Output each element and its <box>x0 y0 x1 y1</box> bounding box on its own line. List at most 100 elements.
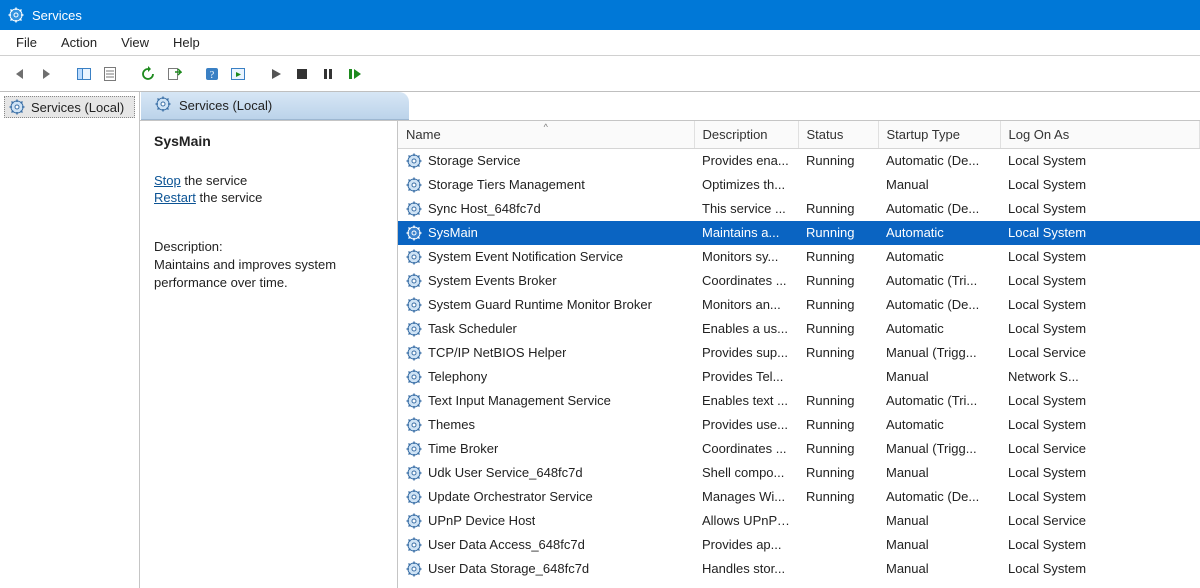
service-status: Running <box>798 389 878 413</box>
pause-service-button[interactable] <box>316 62 340 86</box>
table-row[interactable]: SysMainMaintains a...RunningAutomaticLoc… <box>398 221 1200 245</box>
export-list-button[interactable] <box>162 62 186 86</box>
gear-icon <box>406 465 422 481</box>
service-description: Provides ena... <box>694 149 798 173</box>
table-row[interactable]: Text Input Management ServiceEnables tex… <box>398 389 1200 413</box>
panel-icon <box>76 66 92 82</box>
service-startup-type: Manual <box>878 557 1000 581</box>
table-row[interactable]: System Event Notification ServiceMonitor… <box>398 245 1200 269</box>
service-name: System Events Broker <box>428 273 557 288</box>
action-button[interactable] <box>226 62 250 86</box>
table-row[interactable]: System Events BrokerCoordinates ...Runni… <box>398 269 1200 293</box>
gear-icon <box>406 273 422 289</box>
stop-service-button[interactable] <box>290 62 314 86</box>
service-status: Running <box>798 341 878 365</box>
service-logon: Local System <box>1000 197 1200 221</box>
table-row[interactable]: Storage Tiers ManagementOptimizes th...M… <box>398 173 1200 197</box>
selected-service-name: SysMain <box>154 133 383 149</box>
service-status: Running <box>798 413 878 437</box>
stop-link[interactable]: Stop <box>154 173 181 188</box>
menu-view[interactable]: View <box>111 32 159 53</box>
show-hide-tree-button[interactable] <box>72 62 96 86</box>
tree-item-label: Services (Local) <box>31 100 124 115</box>
service-description: Enables a us... <box>694 317 798 341</box>
services-list: Name Description Status Startup Type Log… <box>398 121 1200 588</box>
window-play-icon <box>230 66 246 82</box>
service-description: This service ... <box>694 197 798 221</box>
table-row[interactable]: User Data Access_648fc7dProvides ap...Ma… <box>398 533 1200 557</box>
service-name: Sync Host_648fc7d <box>428 201 541 216</box>
refresh-icon <box>140 66 156 82</box>
table-row[interactable]: TelephonyProvides Tel...ManualNetwork S.… <box>398 365 1200 389</box>
gear-icon <box>406 345 422 361</box>
service-description: Enables text ... <box>694 389 798 413</box>
service-startup-type: Automatic (De... <box>878 149 1000 173</box>
col-logon[interactable]: Log On As <box>1000 121 1200 149</box>
col-status[interactable]: Status <box>798 121 878 149</box>
table-row[interactable]: Storage ServiceProvides ena...RunningAut… <box>398 149 1200 173</box>
service-name: Themes <box>428 417 475 432</box>
table-row[interactable]: Update Orchestrator Service Manages Wi...… <box>398 485 1200 509</box>
service-description: Coordinates ... <box>694 437 798 461</box>
gear-icon <box>406 489 422 505</box>
service-description: Provides Tel... <box>694 365 798 389</box>
service-description: Optimizes th... <box>694 173 798 197</box>
tree-pane: Services (Local) <box>0 92 140 588</box>
stop-suffix: the service <box>181 173 247 188</box>
gear-icon <box>406 201 422 217</box>
tree-item-services-local[interactable]: Services (Local) <box>4 96 135 118</box>
service-status: Running <box>798 461 878 485</box>
service-startup-type: Automatic (Tri... <box>878 389 1000 413</box>
menu-file[interactable]: File <box>6 32 47 53</box>
service-description: Coordinates ... <box>694 269 798 293</box>
col-description[interactable]: Description <box>694 121 798 149</box>
table-row[interactable]: Udk User Service_648fc7dShell compo...Ru… <box>398 461 1200 485</box>
gear-icon <box>406 249 422 265</box>
service-logon: Local System <box>1000 485 1200 509</box>
service-name: Update Orchestrator Service <box>428 489 593 504</box>
service-description: Provides use... <box>694 413 798 437</box>
service-name: UPnP Device Host <box>428 513 535 528</box>
table-row[interactable]: System Guard Runtime Monitor BrokerMonit… <box>398 293 1200 317</box>
table-row[interactable]: Task SchedulerEnables a us...RunningAuto… <box>398 317 1200 341</box>
forward-button[interactable] <box>34 62 58 86</box>
service-startup-type: Manual <box>878 173 1000 197</box>
service-status <box>798 173 878 197</box>
service-name: Udk User Service_648fc7d <box>428 465 583 480</box>
col-name[interactable]: Name <box>398 121 694 149</box>
refresh-button[interactable] <box>136 62 160 86</box>
restart-link[interactable]: Restart <box>154 190 196 205</box>
col-startup[interactable]: Startup Type <box>878 121 1000 149</box>
services-tab[interactable]: Services (Local) <box>141 92 409 120</box>
menu-action[interactable]: Action <box>51 32 107 53</box>
app-body: Services (Local) Services (Local) SysMai… <box>0 92 1200 588</box>
table-row[interactable]: User Data Storage_648fc7dHandles stor...… <box>398 557 1200 581</box>
service-startup-type: Automatic <box>878 413 1000 437</box>
table-row[interactable]: UPnP Device HostAllows UPnP ...ManualLoc… <box>398 509 1200 533</box>
back-button[interactable] <box>8 62 32 86</box>
service-status: Running <box>798 245 878 269</box>
service-logon: Local System <box>1000 221 1200 245</box>
table-row[interactable]: Time BrokerCoordinates ...RunningManual … <box>398 437 1200 461</box>
arrow-right-icon <box>38 66 54 82</box>
restart-icon <box>346 66 362 82</box>
service-logon: Local System <box>1000 245 1200 269</box>
start-service-button[interactable] <box>264 62 288 86</box>
service-status <box>798 509 878 533</box>
service-name: User Data Access_648fc7d <box>428 537 585 552</box>
table-row[interactable]: ThemesProvides use...RunningAutomaticLoc… <box>398 413 1200 437</box>
table-row[interactable]: TCP/IP NetBIOS HelperProvides sup...Runn… <box>398 341 1200 365</box>
table-row[interactable]: Sync Host_648fc7dThis service ...Running… <box>398 197 1200 221</box>
help-button[interactable]: ? <box>200 62 224 86</box>
restart-service-button[interactable] <box>342 62 366 86</box>
service-name: System Event Notification Service <box>428 249 623 264</box>
gear-icon <box>406 177 422 193</box>
service-description: Handles stor... <box>694 557 798 581</box>
service-status <box>798 533 878 557</box>
toolbar: ? <box>0 56 1200 92</box>
service-description: Allows UPnP ... <box>694 509 798 533</box>
properties-button[interactable] <box>98 62 122 86</box>
service-description: Manages Wi... <box>694 485 798 509</box>
menu-help[interactable]: Help <box>163 32 210 53</box>
gear-icon <box>155 96 171 115</box>
